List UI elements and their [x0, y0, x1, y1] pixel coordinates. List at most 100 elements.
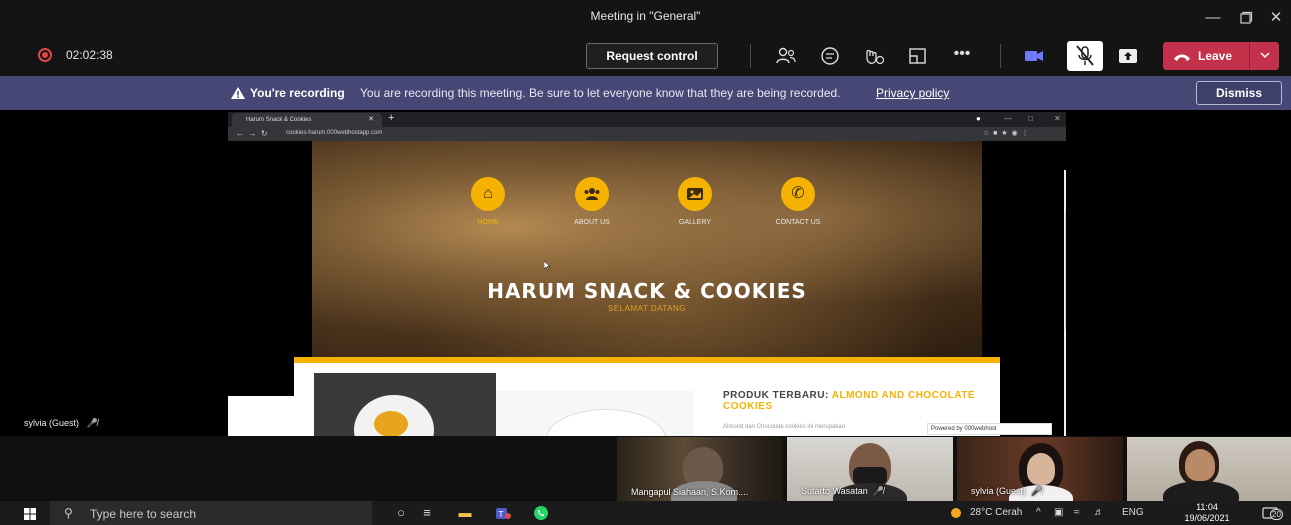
image-icon [678, 177, 712, 211]
meeting-timer: 02:02:38 [66, 48, 113, 62]
participant-name: sylvia (Guest) 🎤̸ [971, 486, 1043, 496]
search-placeholder: Type here to search [90, 507, 197, 521]
product-description: Almond dan Chocolate cookies ini merupak… [723, 424, 846, 430]
search-icon: ⚲ [64, 506, 73, 520]
home-icon: ⌂ [471, 177, 505, 211]
users-icon [575, 177, 609, 211]
product-heading-label: PRODUK TERBARU: [723, 390, 832, 401]
maximize-icon[interactable] [1236, 8, 1256, 28]
browser-maximize-icon[interactable]: □ [1028, 114, 1033, 123]
taskbar-clock[interactable]: 11:04 19/06/2021 [1184, 502, 1230, 524]
whatsapp-icon[interactable] [532, 505, 550, 521]
windows-start-icon[interactable] [24, 507, 36, 520]
chat-icon[interactable] [818, 45, 842, 67]
nav-contact[interactable]: ✆ CONTACT US [758, 177, 838, 226]
teams-meeting-window: Meeting in "General" — ✕ 02:02:38 Reques… [0, 0, 1291, 525]
spotlight-participant-name: sylvia (Guest) 🎤̸ [24, 418, 98, 429]
meeting-toolbar: 02:02:38 Request control ••• Leave [0, 36, 1291, 76]
cortana-icon[interactable]: ○ [392, 505, 410, 521]
page-scrollbar[interactable] [1064, 170, 1066, 436]
nav-home[interactable]: ⌂ HOME [448, 177, 528, 226]
page-side-panel [228, 396, 294, 436]
participant-name-text: Sutarto Wasatan [801, 486, 868, 496]
close-icon[interactable]: ✕ [1266, 8, 1286, 28]
video-tile[interactable]: Sutarto Wasatan 🎤̸ [787, 437, 953, 501]
warning-icon [230, 86, 246, 103]
tray-chevron-icon[interactable]: ^ [1036, 507, 1041, 518]
camera-icon[interactable] [1022, 45, 1046, 67]
nav-home-label: HOME [477, 219, 499, 226]
leave-label: Leave [1198, 49, 1233, 63]
share-icon[interactable] [1116, 45, 1140, 67]
mouse-cursor-icon [544, 261, 551, 271]
product-image-2 [496, 391, 694, 436]
toolbar-divider [750, 44, 751, 68]
leave-divider [1249, 42, 1250, 70]
nav-gallery[interactable]: GALLERY [655, 177, 735, 226]
toolbar-divider [1000, 44, 1001, 68]
language-indicator[interactable]: ENG [1122, 507, 1144, 518]
recording-icon [38, 48, 52, 62]
video-tile[interactable]: sylvia (Guest) 🎤̸ [957, 437, 1123, 501]
new-tab-icon[interactable]: + [388, 112, 394, 124]
people-icon[interactable] [774, 45, 798, 67]
svg-text:T: T [498, 510, 504, 519]
product-image [314, 373, 496, 436]
volume-icon[interactable]: ♬ [1094, 507, 1104, 518]
participant-name: Sutarto Wasatan 🎤̸ [801, 486, 884, 496]
notification-count: 20 [1270, 509, 1283, 520]
hangup-icon [1173, 51, 1191, 65]
browser-tab-strip: Harum Snack & Cookies ✕ + ● — □ ✕ [228, 112, 1066, 127]
taskbar-search[interactable]: ⚲ Type here to search [50, 501, 372, 525]
privacy-policy-link[interactable]: Privacy policy [876, 86, 949, 100]
request-control-button[interactable]: Request control [586, 43, 718, 69]
recording-title: You're recording [250, 86, 345, 100]
clock-time: 11:04 [1196, 502, 1218, 512]
mic-off-button[interactable] [1067, 41, 1103, 71]
product-heading: PRODUK TERBARU: ALMOND AND CHOCOLATE COO… [723, 390, 983, 412]
video-tile[interactable]: Mangapul Siahaan, S.Kom.... [617, 437, 783, 501]
extension-icons[interactable]: ☆ ■ ★ ◉ ⋮ [983, 129, 1028, 137]
video-tile[interactable] [1127, 437, 1291, 501]
task-view-icon[interactable]: ≡ [418, 505, 436, 521]
back-forward-reload-icon[interactable]: ← → ↻ [236, 129, 268, 138]
reactions-icon[interactable] [862, 45, 886, 67]
notification-center[interactable]: 20 [1262, 507, 1283, 521]
minimize-icon[interactable]: — [1203, 8, 1223, 28]
rooms-icon[interactable] [906, 45, 930, 67]
weather-text[interactable]: 28°C Cerah [970, 507, 1022, 518]
hero-subtitle: SELAMAT DATANG [608, 304, 686, 313]
powered-by-badge[interactable]: Powered by 000webhost [927, 423, 1052, 435]
profile-dot-icon[interactable]: ● [976, 114, 981, 123]
browser-close-icon[interactable]: ✕ [1054, 114, 1061, 123]
address-bar: ← → ↻ cookies-harum.000webhostapp.com ☆ … [228, 127, 1066, 141]
close-tab-icon[interactable]: ✕ [368, 113, 374, 127]
mic-off-icon: 🎤̸ [81, 418, 98, 428]
dismiss-button[interactable]: Dismiss [1196, 81, 1282, 105]
browser-tab-title: Harum Snack & Cookies [246, 117, 312, 123]
hero-title: HARUM SNACK & COOKIES [487, 279, 807, 303]
tray-app-icon[interactable]: ▣ [1054, 507, 1063, 518]
file-explorer-icon[interactable]: ▬ [456, 505, 474, 521]
recording-banner: You're recording You are recording this … [0, 76, 1291, 110]
browser-tab[interactable]: Harum Snack & Cookies ✕ [232, 113, 382, 127]
chevron-down-icon[interactable] [1259, 48, 1271, 65]
more-icon[interactable]: ••• [950, 45, 974, 67]
phone-icon: ✆ [781, 177, 815, 211]
wifi-icon[interactable]: ≈ [1074, 507, 1080, 518]
nav-about[interactable]: ABOUT US [552, 177, 632, 226]
leave-button[interactable]: Leave [1163, 42, 1279, 70]
webpage: ⌂ HOME ABOUT US GALLERY ✆ CONTACT US HAR… [228, 141, 1066, 436]
windows-taskbar: ⚲ Type here to search ○ ≡ ▬ T 28°C Cerah… [0, 501, 1291, 525]
hero-section: ⌂ HOME ABOUT US GALLERY ✆ CONTACT US HAR… [312, 141, 982, 357]
teams-icon[interactable]: T [494, 505, 512, 521]
nav-gallery-label: GALLERY [678, 219, 712, 226]
title-bar: Meeting in "General" — ✕ [0, 0, 1291, 36]
nav-contact-label: CONTACT US [775, 219, 821, 226]
recording-message: You are recording this meeting. Be sure … [360, 86, 841, 100]
shared-screen: Harum Snack & Cookies ✕ + ● — □ ✕ ← → ↻ … [228, 112, 1066, 436]
browser-minimize-icon[interactable]: — [1004, 114, 1012, 123]
weather-icon[interactable] [948, 507, 964, 522]
url-field[interactable]: cookies-harum.000webhostapp.com [286, 130, 382, 136]
spotlight-name-text: sylvia (Guest) [24, 418, 80, 428]
